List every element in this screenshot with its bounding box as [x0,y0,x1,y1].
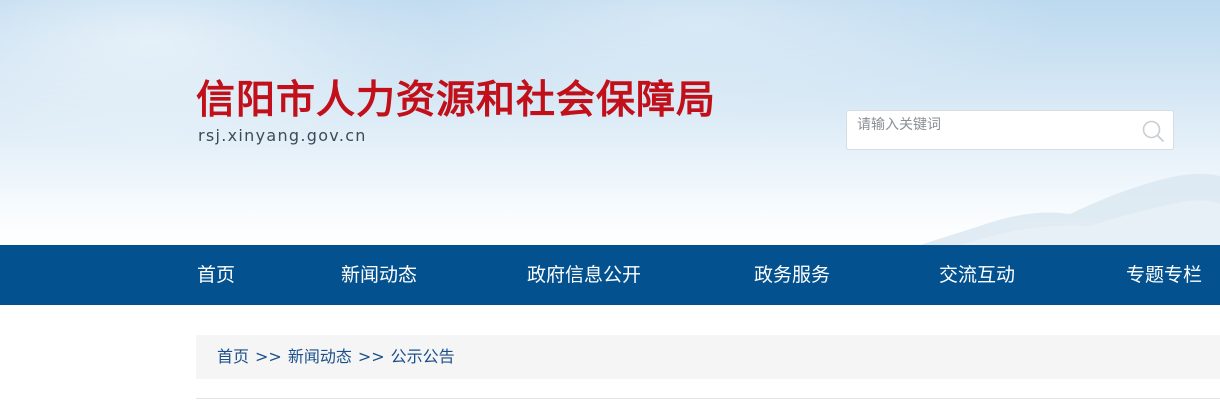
breadcrumb-separator: >> [255,347,282,366]
nav-item-topics[interactable]: 专题专栏 [1126,245,1202,305]
breadcrumb-home[interactable]: 首页 [217,347,249,366]
search-input[interactable] [857,113,1127,137]
nav-item-interaction[interactable]: 交流互动 [939,245,1015,305]
nav-item-home[interactable]: 首页 [197,245,235,305]
site-domain: rsj.xinyang.gov.cn [198,126,367,145]
search-icon [1142,120,1164,142]
main-nav: 首页 新闻动态 政府信息公开 政务服务 交流互动 专题专栏 [0,245,1220,305]
breadcrumb-trail: 首页 >> 新闻动态 >> 公示公告 [217,335,455,379]
search-box [846,110,1174,150]
content-divider [196,398,1220,399]
breadcrumb-news[interactable]: 新闻动态 [288,347,352,366]
header-banner: 信阳市人力资源和社会保障局 rsj.xinyang.gov.cn [0,0,1220,245]
breadcrumb: 首页 >> 新闻动态 >> 公示公告 [196,335,1220,379]
nav-item-services[interactable]: 政务服务 [754,245,830,305]
breadcrumb-announcements[interactable]: 公示公告 [391,347,455,366]
search-button[interactable] [1141,119,1165,143]
breadcrumb-separator: >> [357,347,385,366]
site-title: 信阳市人力资源和社会保障局 [196,78,717,123]
nav-item-gov-info[interactable]: 政府信息公开 [527,245,641,305]
mountain-decoration [920,173,1220,245]
nav-item-news[interactable]: 新闻动态 [341,245,417,305]
